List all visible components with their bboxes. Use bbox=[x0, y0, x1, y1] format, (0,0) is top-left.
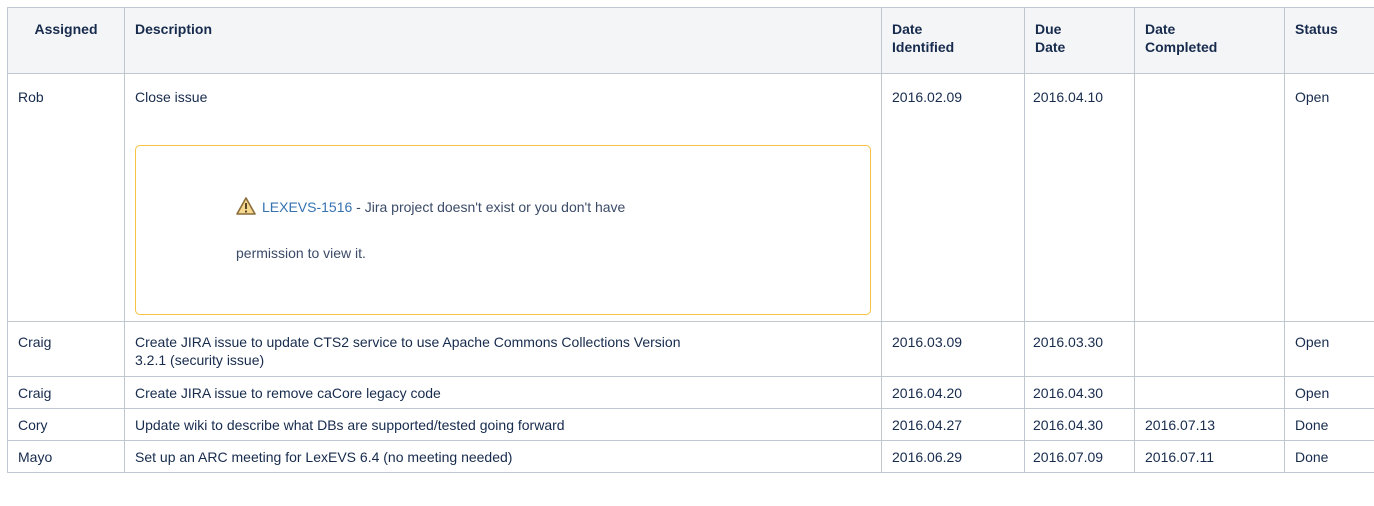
cell-status: Open bbox=[1284, 376, 1374, 409]
cell-date-identified: 2016.04.20 bbox=[881, 376, 1025, 409]
cell-description: Update wiki to describe what DBs are sup… bbox=[124, 408, 882, 441]
table-row: Craig Create JIRA issue to update CTS2 s… bbox=[7, 321, 1374, 377]
jira-message-line2: permission to view it. bbox=[236, 245, 366, 261]
header-due-date[interactable]: Due Date bbox=[1024, 7, 1135, 74]
description-text: Close issue bbox=[135, 89, 208, 105]
header-row: Assigned Description Date Identified Due D… bbox=[7, 7, 1374, 74]
header-date-identified-line2: Identified bbox=[892, 39, 955, 55]
description-line2: 3.2.1 (security issue) bbox=[135, 352, 265, 368]
table-row: Rob Close issue LEXEVS-1516 - Jira proje… bbox=[7, 73, 1374, 322]
cell-due-date: 2016.04.30 bbox=[1024, 376, 1135, 409]
cell-status: Open bbox=[1284, 321, 1374, 377]
cell-date-completed: 2016.07.13 bbox=[1134, 408, 1285, 441]
cell-assigned: Cory bbox=[7, 408, 125, 441]
cell-assigned: Rob bbox=[7, 73, 125, 322]
cell-date-completed bbox=[1134, 376, 1285, 409]
cell-status: Done bbox=[1284, 440, 1374, 473]
warning-triangle-icon bbox=[236, 197, 256, 219]
header-description[interactable]: Description bbox=[124, 7, 882, 74]
cell-assigned: Craig bbox=[7, 376, 125, 409]
table-row: Mayo Set up an ARC meeting for LexEVS 6.… bbox=[7, 440, 1374, 473]
header-status[interactable]: Status bbox=[1284, 7, 1374, 74]
jira-issue-macro: LEXEVS-1516 - Jira project doesn't exist… bbox=[135, 145, 871, 315]
cell-date-identified: 2016.06.29 bbox=[881, 440, 1025, 473]
cell-description: Set up an ARC meeting for LexEVS 6.4 (no… bbox=[124, 440, 882, 473]
header-date-identified[interactable]: Date Identified bbox=[881, 7, 1025, 74]
header-date-completed-line2: Completed bbox=[1145, 39, 1218, 55]
cell-date-completed: 2016.07.11 bbox=[1134, 440, 1285, 473]
table-row: Cory Update wiki to describe what DBs ar… bbox=[7, 408, 1374, 441]
cell-date-identified: 2016.02.09 bbox=[881, 73, 1025, 322]
description-line1: Create JIRA issue to update CTS2 service… bbox=[135, 334, 681, 350]
cell-assigned: Mayo bbox=[7, 440, 125, 473]
cell-status: Done bbox=[1284, 408, 1374, 441]
cell-date-completed bbox=[1134, 321, 1285, 377]
cell-due-date: 2016.04.10 bbox=[1024, 73, 1135, 322]
cell-description: Create JIRA issue to update CTS2 service… bbox=[124, 321, 882, 377]
header-description-label: Description bbox=[135, 21, 213, 37]
header-due-date-line2: Date bbox=[1035, 39, 1066, 55]
page: Assigned Description Date Identified Due D… bbox=[0, 0, 1374, 506]
jira-error-text: - Jira project doesn't exist or you don'… bbox=[352, 199, 626, 215]
header-due-date-line1: Due bbox=[1035, 21, 1062, 37]
cell-date-identified: 2016.04.27 bbox=[881, 408, 1025, 441]
jira-message-line1: LEXEVS-1516 - Jira project doesn't exist… bbox=[236, 197, 625, 219]
header-date-completed-line1: Date bbox=[1145, 21, 1176, 37]
header-assigned[interactable]: Assigned bbox=[7, 7, 125, 74]
cell-description: Close issue LEXEVS-1516 - Jira project d… bbox=[124, 73, 882, 322]
header-date-completed[interactable]: Date Completed bbox=[1134, 7, 1285, 74]
jira-issue-link[interactable]: LEXEVS-1516 bbox=[262, 199, 352, 215]
cell-due-date: 2016.07.09 bbox=[1024, 440, 1135, 473]
cell-description: Create JIRA issue to remove caCore legac… bbox=[124, 376, 882, 409]
cell-date-completed bbox=[1134, 73, 1285, 322]
cell-due-date: 2016.04.30 bbox=[1024, 408, 1135, 441]
cell-status: Open bbox=[1284, 73, 1374, 322]
action-items-table: Assigned Description Date Identified Due D… bbox=[7, 7, 1374, 473]
cell-due-date: 2016.03.30 bbox=[1024, 321, 1135, 377]
cell-assigned: Craig bbox=[7, 321, 125, 377]
header-assigned-label: Assigned bbox=[34, 21, 98, 37]
cell-date-identified: 2016.03.09 bbox=[881, 321, 1025, 377]
table-row: Craig Create JIRA issue to remove caCore… bbox=[7, 376, 1374, 409]
header-status-label: Status bbox=[1295, 21, 1338, 37]
header-date-identified-line1: Date bbox=[892, 21, 923, 37]
